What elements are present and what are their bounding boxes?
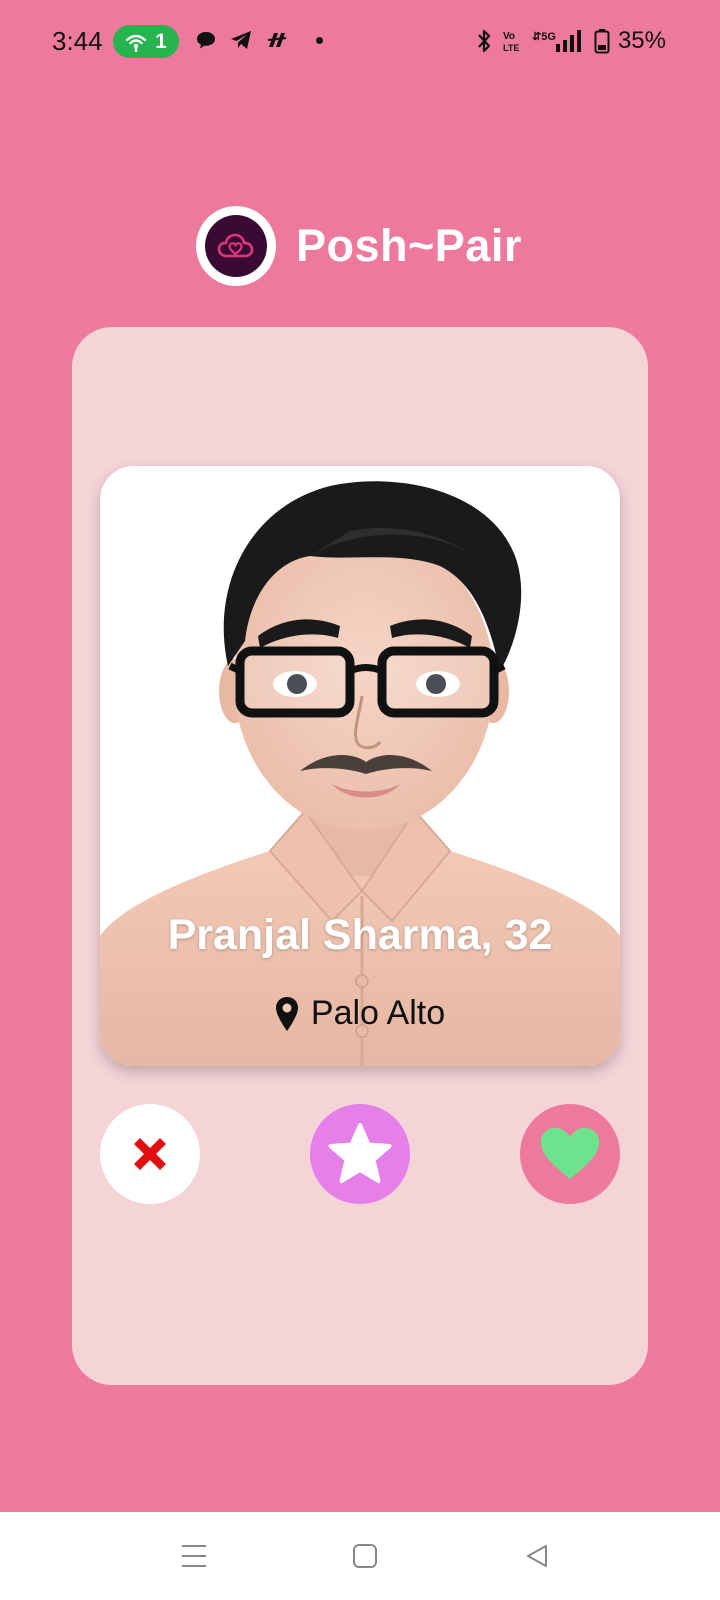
hotspot-count: 1 bbox=[155, 29, 167, 53]
5g-signal-icon: ⇵5G bbox=[532, 30, 581, 52]
volte-icon: Vo LTE bbox=[503, 31, 519, 53]
location-pin-icon bbox=[275, 996, 298, 1031]
app-header: Posh~Pair bbox=[196, 206, 522, 286]
profile-photo bbox=[100, 466, 620, 1066]
chat-bubble-icon bbox=[197, 32, 215, 49]
back-icon bbox=[527, 1545, 547, 1567]
app-title: Posh~Pair bbox=[296, 220, 522, 271]
status-bar: 3:44 1 Vo LTE ⇵5G 35% bbox=[0, 0, 720, 84]
status-time: 3:44 bbox=[52, 26, 103, 56]
bluetooth-icon bbox=[478, 29, 491, 53]
svg-text:⇵5G: ⇵5G bbox=[532, 31, 556, 43]
hotspot-icon bbox=[125, 34, 147, 52]
navigation-bar bbox=[0, 1512, 720, 1600]
nope-button[interactable] bbox=[100, 1104, 200, 1204]
svg-text:LTE: LTE bbox=[503, 43, 519, 53]
menu-icon bbox=[182, 1545, 206, 1567]
match-card-container: Pranjal Sharma, 32 Palo Alto bbox=[72, 327, 648, 1385]
notification-icons bbox=[196, 30, 323, 50]
battery-percent: 35% bbox=[617, 27, 666, 54]
super-like-button[interactable] bbox=[310, 1104, 410, 1204]
svg-text:Vo: Vo bbox=[503, 31, 515, 42]
location-text: Palo Alto bbox=[310, 994, 446, 1032]
battery-icon bbox=[594, 29, 610, 54]
app-logo bbox=[196, 206, 276, 286]
cloud-heart-icon bbox=[217, 233, 254, 258]
profile-card[interactable]: Pranjal Sharma, 32 Palo Alto bbox=[100, 466, 620, 1066]
star-icon bbox=[328, 1123, 392, 1183]
like-button[interactable] bbox=[520, 1104, 620, 1204]
back-button[interactable] bbox=[513, 1532, 561, 1580]
app-icon bbox=[267, 33, 287, 47]
profile-name-age: Pranjal Sharma, 32 bbox=[167, 911, 553, 959]
close-icon bbox=[134, 1138, 166, 1170]
system-status-icons: Vo LTE ⇵5G 35% bbox=[476, 27, 666, 55]
profile-location: Palo Alto bbox=[100, 994, 620, 1033]
telegram-icon bbox=[231, 31, 251, 49]
home-button[interactable] bbox=[341, 1532, 389, 1580]
hotspot-pill: 1 bbox=[113, 25, 179, 58]
more-notifications-dot bbox=[316, 36, 323, 44]
heart-icon bbox=[541, 1128, 599, 1179]
home-icon bbox=[353, 1544, 377, 1568]
recent-apps-button[interactable] bbox=[170, 1532, 218, 1580]
